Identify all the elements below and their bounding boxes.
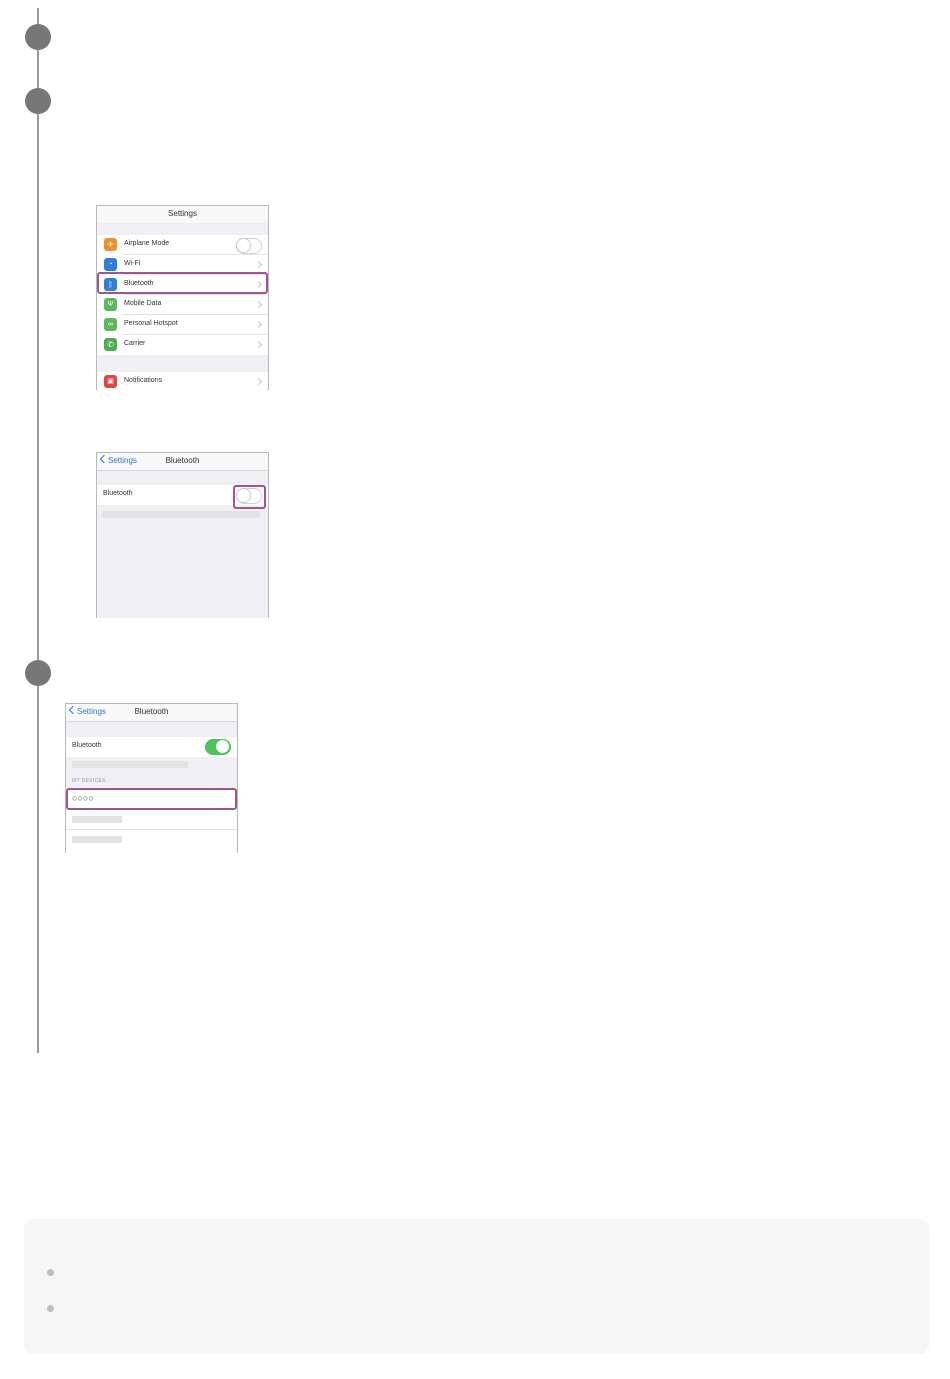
placeholder-bar bbox=[102, 511, 260, 518]
bullet-icon bbox=[47, 1305, 54, 1312]
placeholder-bar bbox=[72, 816, 122, 823]
bluetooth-toggle[interactable] bbox=[205, 739, 231, 755]
chevron-right-icon bbox=[254, 260, 263, 269]
bluetooth-title: Bluetooth bbox=[165, 456, 200, 465]
antenna-icon: Ψ bbox=[104, 298, 117, 311]
airplane-toggle[interactable] bbox=[236, 238, 262, 254]
chevron-right-icon bbox=[254, 377, 263, 386]
wifi-icon: ◔ bbox=[104, 258, 117, 271]
section-gap bbox=[97, 355, 268, 372]
settings-row-mobile-data[interactable]: Ψ Mobile Data bbox=[97, 295, 268, 315]
settings-title: Settings bbox=[168, 209, 197, 218]
device-row-placeholder[interactable] bbox=[66, 810, 237, 830]
bluetooth-title: Bluetooth bbox=[134, 707, 169, 716]
settings-row-carrier[interactable]: ✆ Carrier bbox=[97, 335, 268, 355]
step-2-marker bbox=[25, 88, 51, 114]
device-row-highlight bbox=[66, 788, 237, 810]
settings-row-airplane[interactable]: ✈ Airplane Mode bbox=[97, 235, 268, 255]
placeholder-bar bbox=[72, 761, 188, 768]
step-3-marker bbox=[25, 660, 51, 686]
bluetooth-navbar: Settings Bluetooth bbox=[97, 452, 268, 471]
settings-row-label: Notifications bbox=[124, 377, 163, 384]
settings-row-hotspot[interactable]: ∞ Personal Hotspot bbox=[97, 315, 268, 335]
bluetooth-toggle-row[interactable]: Bluetooth bbox=[66, 737, 237, 757]
hotspot-icon: ∞ bbox=[104, 318, 117, 331]
settings-row-notifications[interactable]: ▣ Notifications bbox=[97, 372, 268, 390]
airplane-icon: ✈ bbox=[104, 238, 117, 251]
step-1-marker bbox=[25, 24, 51, 50]
settings-screenshot: Settings ✈ Airplane Mode ◔ Wi-Fi ᛒ Bluet… bbox=[96, 205, 269, 390]
bluetooth-row-highlight bbox=[97, 272, 268, 294]
chevron-right-icon bbox=[254, 300, 263, 309]
notifications-icon: ▣ bbox=[104, 375, 117, 388]
section-gap bbox=[97, 223, 268, 235]
step-line bbox=[37, 38, 39, 1053]
chevron-right-icon bbox=[254, 320, 263, 329]
bullet-icon bbox=[47, 1269, 54, 1276]
settings-row-label: Carrier bbox=[124, 340, 146, 347]
device-row-placeholder[interactable] bbox=[66, 830, 237, 853]
phone-icon: ✆ bbox=[104, 338, 117, 351]
bluetooth-navbar: Settings Bluetooth bbox=[66, 703, 237, 722]
bluetooth-row-label: Bluetooth bbox=[103, 490, 133, 497]
bluetooth-row-label: Bluetooth bbox=[72, 742, 102, 749]
settings-row-label: Airplane Mode bbox=[124, 240, 170, 247]
settings-row-label: Mobile Data bbox=[124, 300, 162, 307]
placeholder-bar bbox=[72, 836, 122, 843]
my-devices-header: MY DEVICES bbox=[72, 778, 106, 784]
settings-row-label: Personal Hotspot bbox=[124, 320, 178, 327]
settings-navbar: Settings bbox=[97, 205, 268, 224]
settings-row-label: Wi-Fi bbox=[124, 260, 141, 267]
chevron-right-icon bbox=[254, 340, 263, 349]
note-box bbox=[24, 1219, 929, 1354]
bluetooth-toggle-highlight bbox=[233, 485, 266, 509]
bluetooth-on-screenshot: Settings Bluetooth Bluetooth MY DEVICES … bbox=[65, 703, 238, 853]
bluetooth-off-screenshot: Settings Bluetooth Bluetooth bbox=[96, 452, 269, 618]
